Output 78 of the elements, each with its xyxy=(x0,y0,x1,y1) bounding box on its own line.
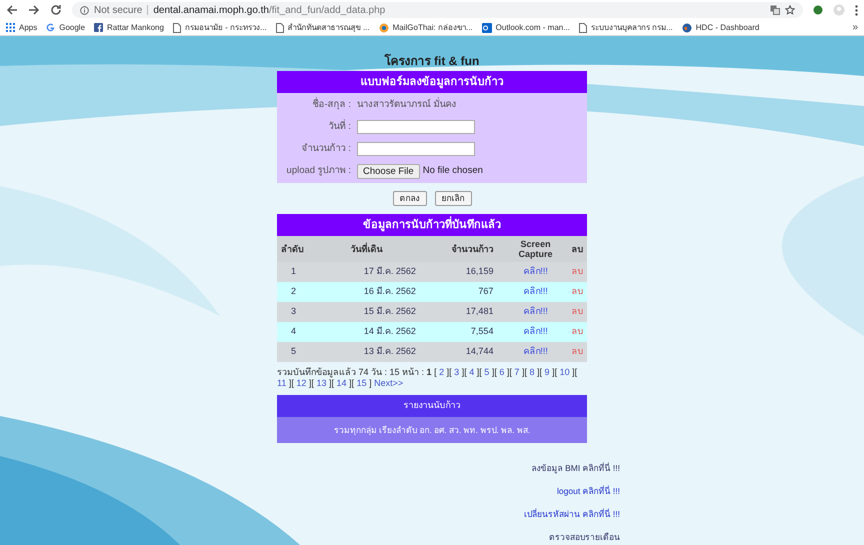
bookmark[interactable]: MailGoThai: กล่องขา... xyxy=(378,22,473,34)
column-header: จำนวนก้าว xyxy=(451,244,494,254)
side-link[interactable]: ตรวจสอบรายเดือน xyxy=(549,532,620,542)
table-cell: 16 มี.ค. 2562 xyxy=(364,286,416,296)
page-icon xyxy=(578,22,587,32)
file-status: No file chosen xyxy=(422,164,483,178)
bookmark[interactable]: HDC - Dashboard xyxy=(682,22,760,34)
table-cell: 7,554 xyxy=(470,326,494,336)
outlook-icon xyxy=(482,22,492,32)
globe-icon xyxy=(682,22,692,32)
delete-link[interactable]: ลบ xyxy=(571,326,584,336)
back-icon[interactable] xyxy=(6,4,18,16)
table-cell: 14,744 xyxy=(466,346,494,356)
cancel-button[interactable]: ยกเลิก xyxy=(434,190,472,206)
g-logo-icon xyxy=(46,23,56,32)
records-title: ข้อมูลการนับก้าวที่บันทึกแล้ว xyxy=(363,216,501,234)
report-link[interactable]: รวมทุกกลุ่ม เรียงลำดับ อก. อศ. สว. พท. พรป. พล. พส. xyxy=(334,424,530,436)
star-icon[interactable] xyxy=(785,5,795,15)
mail-logo-icon xyxy=(378,22,389,32)
page-icon xyxy=(276,22,284,32)
bookmark[interactable]: Rattar Mankong xyxy=(94,22,164,34)
table-cell: 13 มี.ค. 2562 xyxy=(364,346,416,356)
table-cell: 17,481 xyxy=(466,306,494,316)
bookmarks-overflow-button[interactable]: » xyxy=(852,20,858,35)
translate-icon[interactable] xyxy=(770,5,780,15)
form-title: แบบฟอร์มลงข้อมูลการนับก้าว xyxy=(360,74,504,90)
column-header: Screen Capture xyxy=(518,239,554,259)
reload-icon[interactable] xyxy=(50,4,62,16)
table-cell: 3 xyxy=(291,306,296,316)
field-label: ชื่อ-สกุล : xyxy=(312,98,352,112)
menu-icon[interactable] xyxy=(855,4,858,16)
facebook-icon xyxy=(94,23,104,32)
table-cell: 16,159 xyxy=(466,266,494,276)
choose-file-button[interactable]: Choose File xyxy=(357,164,420,178)
forward-icon[interactable] xyxy=(28,4,40,16)
column-header: วันที่เดิน xyxy=(350,244,382,254)
report-title: รายงานนับก้าว xyxy=(404,399,460,412)
column-header: ลบ xyxy=(571,244,584,254)
column-header: ลำดับ xyxy=(281,244,304,254)
pagination-text: รวมบันทึกข้อมูลแล้ว 74 วัน : 15 หน้า : 1 [ 2 ][ 3 ][ 4 ][ 5 ][ 6 ][ 7 ][ 8 ][ 9 ][ 10 ][ 11 ][ 12 ][ 13 ][ 14 ][ 15 ] Next>> xyxy=(277,367,578,389)
capture-link[interactable]: คลิก!!! xyxy=(523,286,548,296)
table-cell: 14 มี.ค. 2562 xyxy=(364,326,416,336)
apps-grid-icon xyxy=(6,23,15,32)
table-cell: 17 มี.ค. 2562 xyxy=(364,266,416,276)
capture-link[interactable]: คลิก!!! xyxy=(523,306,548,316)
table-cell: 15 มี.ค. 2562 xyxy=(364,306,416,316)
bookmark[interactable]: Google xyxy=(46,22,86,34)
field-label: upload รูปภาพ : xyxy=(286,164,352,178)
text-input[interactable] xyxy=(357,142,475,156)
bookmark[interactable]: Outlook.com - man... xyxy=(482,22,570,34)
table-cell: 2 xyxy=(291,286,296,296)
bookmark[interactable]: กรมอนามัย - กระทรวง... xyxy=(172,22,267,34)
info-icon[interactable] xyxy=(80,6,89,14)
side-link[interactable]: logout คลิกที่นี่ !!! xyxy=(557,486,620,496)
bookmark[interactable]: Apps xyxy=(6,22,38,34)
table-cell: 5 xyxy=(291,346,296,356)
url-text: dental.anamai.moph.go.th/fit_and_fun/add_data.php xyxy=(153,4,386,18)
page-icon xyxy=(172,22,181,32)
table-cell: 4 xyxy=(291,326,296,336)
capture-link[interactable]: คลิก!!! xyxy=(523,326,548,336)
extension-icon[interactable] xyxy=(813,5,823,15)
field-value: นางสาวรัตนาภรณ์ มั่นคง xyxy=(357,98,457,112)
field-label: วันที่ : xyxy=(328,120,352,134)
capture-link[interactable]: คลิก!!! xyxy=(523,346,548,356)
delete-link[interactable]: ลบ xyxy=(571,286,584,296)
bookmark[interactable]: สำนักทันตสาธารณสุข ... xyxy=(276,22,370,34)
table-cell: 1 xyxy=(291,266,296,276)
address-bar[interactable]: Not secure dental.anamai.moph.go.th/fit_and_fun/add_data.php xyxy=(72,2,803,18)
security-label: Not secure xyxy=(94,4,142,18)
table-cell: 767 xyxy=(478,286,494,296)
text-input[interactable] xyxy=(357,120,475,134)
capture-link[interactable]: คลิก!!! xyxy=(523,266,548,276)
side-link[interactable]: ลงข้อมูล BMI คลิกที่นี่ !!! xyxy=(532,463,620,473)
field-label: จำนวนก้าว : xyxy=(300,142,352,156)
page-title: โครงการ fit & fun xyxy=(384,52,480,70)
bookmark[interactable]: ระบบงานบุคลากร กรม... xyxy=(578,22,673,34)
submit-button[interactable]: ตกลง xyxy=(392,190,426,206)
side-link[interactable]: เปลี่ยนรหัสผ่าน คลิกที่นี่ !!! xyxy=(524,509,620,519)
